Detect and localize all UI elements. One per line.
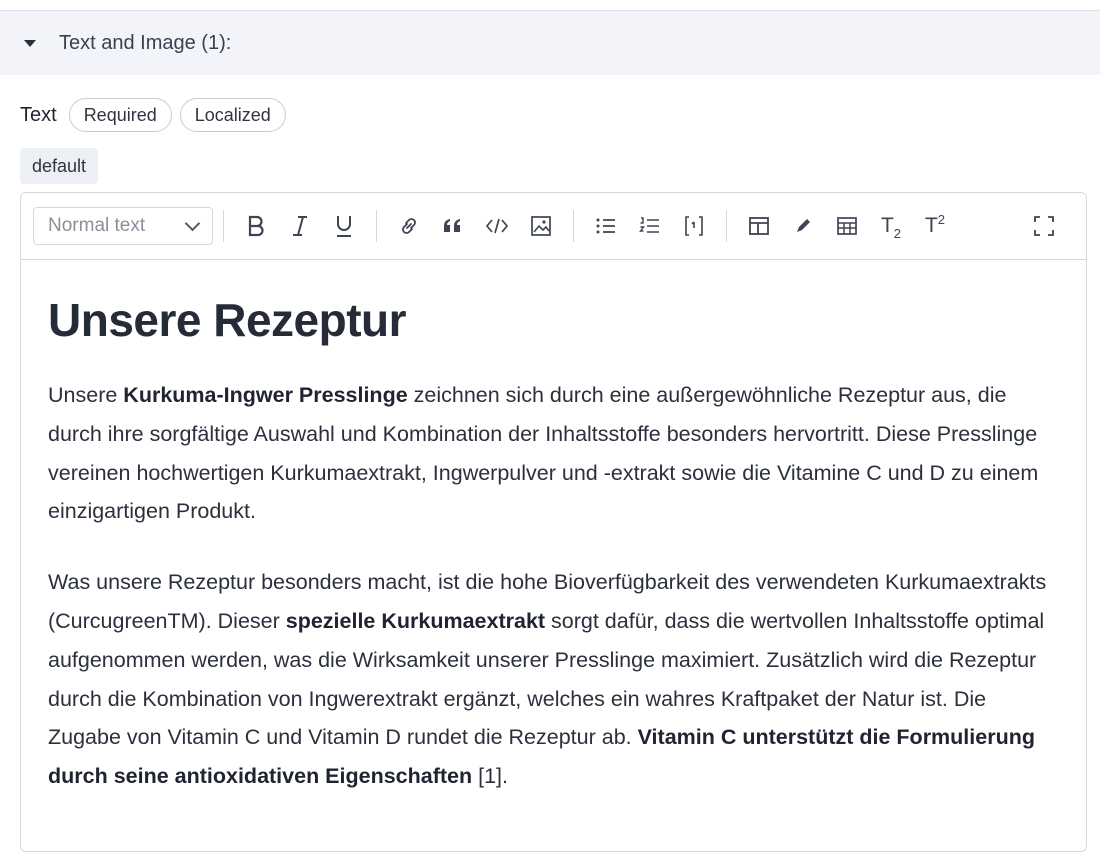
toolbar-separator bbox=[376, 210, 377, 242]
bold-icon[interactable] bbox=[238, 208, 274, 244]
collapse-caret-icon[interactable] bbox=[24, 39, 36, 47]
content-heading: Unsere Rezeptur bbox=[48, 294, 407, 346]
subscript-base: T bbox=[880, 214, 894, 237]
text-format-value: Normal text bbox=[48, 215, 146, 236]
pen-icon[interactable] bbox=[785, 208, 821, 244]
top-divider bbox=[0, 0, 1100, 11]
toolbar-separator bbox=[223, 210, 224, 242]
image-icon[interactable] bbox=[523, 208, 559, 244]
text-run: Unsere bbox=[48, 383, 124, 407]
underline-icon[interactable] bbox=[326, 208, 362, 244]
table-icon[interactable] bbox=[829, 208, 865, 244]
bullet-list-icon[interactable] bbox=[588, 208, 624, 244]
code-block-icon[interactable] bbox=[676, 208, 712, 244]
link-icon[interactable] bbox=[391, 208, 427, 244]
text-format-select[interactable]: Normal text bbox=[33, 207, 213, 245]
code-icon[interactable] bbox=[479, 208, 515, 244]
localized-badge: Localized bbox=[179, 98, 286, 132]
rich-text-editor: Normal text T 2 T 2 Unsere Rezeptur Unse… bbox=[20, 192, 1087, 852]
fullscreen-icon[interactable] bbox=[1026, 208, 1062, 244]
text-run: [1]. bbox=[472, 764, 508, 789]
toolbar-separator bbox=[573, 210, 574, 242]
layout-icon[interactable] bbox=[741, 208, 777, 244]
bold-run: Kurkuma-Ingwer Presslinge bbox=[123, 383, 408, 407]
field-row: Text Required Localized bbox=[20, 96, 294, 134]
toolbar-separator bbox=[726, 210, 727, 242]
numbered-list-icon[interactable] bbox=[632, 208, 668, 244]
editor-content[interactable]: Unsere Rezeptur Unsere Kurkuma-Ingwer Pr… bbox=[21, 292, 1086, 796]
editor-toolbar: Normal text T 2 T 2 bbox=[21, 193, 1086, 260]
locale-tab-default[interactable]: default bbox=[20, 148, 99, 184]
bold-run: spezielle Kurkumaextrakt bbox=[285, 608, 546, 633]
section-title: Text and Image (1): bbox=[59, 31, 232, 54]
paragraph-1: Unsere Kurkuma-Ingwer Presslinge zeichne… bbox=[48, 376, 1063, 531]
required-badge: Required bbox=[68, 98, 172, 132]
superscript-mark: 2 bbox=[937, 211, 946, 227]
superscript-icon[interactable]: T2 bbox=[917, 208, 953, 244]
section-header[interactable]: Text and Image (1): bbox=[0, 11, 1100, 75]
quote-icon[interactable] bbox=[435, 208, 471, 244]
chevron-down-icon bbox=[184, 215, 201, 232]
field-label: Text bbox=[20, 103, 57, 126]
paragraph-2: Was unsere Rezeptur besonders macht, ist… bbox=[48, 563, 1063, 796]
subscript-mark: 2 bbox=[893, 225, 902, 241]
superscript-base: T bbox=[924, 214, 938, 237]
italic-icon[interactable] bbox=[282, 208, 318, 244]
subscript-icon[interactable]: T2 bbox=[873, 208, 909, 244]
